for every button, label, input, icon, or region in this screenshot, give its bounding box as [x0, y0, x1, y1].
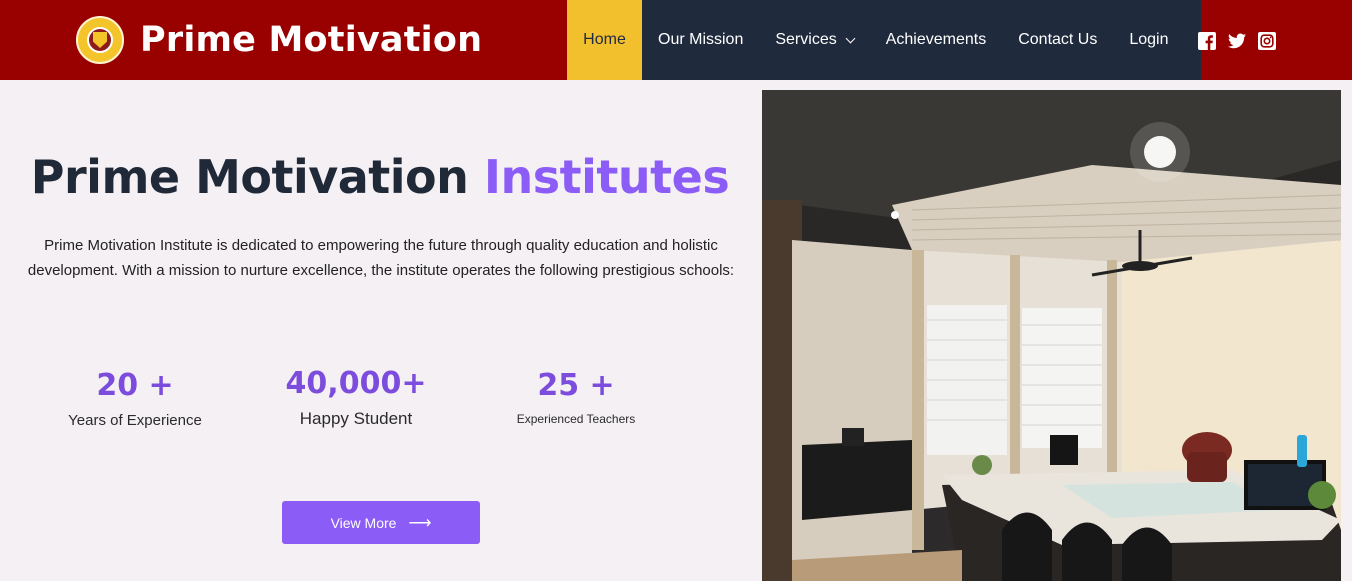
nav-login[interactable]: Login: [1113, 0, 1184, 80]
logo-icon: [76, 16, 124, 64]
instagram-icon[interactable]: [1258, 32, 1276, 50]
stat-label: Years of Experience: [68, 412, 202, 429]
nav-home[interactable]: Home: [567, 0, 642, 80]
hero-title-main: Prime Motivation: [30, 150, 469, 204]
view-more-label: View More: [330, 514, 397, 531]
stat-students: 40,000+ Happy Student: [270, 366, 442, 429]
hero-title: Prime Motivation Institutes: [0, 150, 760, 204]
stat-years: 20 + Years of Experience: [50, 368, 220, 429]
stat-value: 40,000+: [285, 366, 427, 401]
brand[interactable]: Prime Motivation: [76, 16, 482, 64]
stat-teachers: 25 + Experienced Teachers: [496, 368, 656, 426]
social-links: [1198, 32, 1276, 50]
chevron-down-icon: [845, 33, 856, 43]
hero-description: Prime Motivation Institute is dedicated …: [27, 237, 735, 279]
stat-value: 20 +: [96, 368, 174, 403]
view-more-button[interactable]: View More ⟶: [282, 501, 480, 544]
nav-services[interactable]: Services: [759, 0, 869, 80]
facebook-icon[interactable]: [1198, 32, 1216, 50]
brand-name: Prime Motivation: [140, 20, 483, 60]
stat-label: Happy Student: [299, 409, 413, 428]
office-photo: [762, 90, 1341, 581]
nav-contact-us[interactable]: Contact Us: [1002, 0, 1113, 80]
nav-achievements[interactable]: Achievements: [870, 0, 1003, 80]
arrow-right-icon: ⟶: [408, 514, 432, 532]
main-nav: Home Our Mission Services Achievements C…: [567, 0, 1201, 80]
hero-title-accent: Institutes: [483, 150, 730, 204]
stat-label: Experienced Teachers: [516, 412, 636, 426]
site-header: Prime Motivation Home Our Mission Servic…: [0, 0, 1352, 80]
stat-value: 25 +: [537, 368, 615, 403]
nav-our-mission[interactable]: Our Mission: [642, 0, 759, 80]
twitter-icon[interactable]: [1228, 32, 1246, 50]
office-illustration: [762, 90, 1341, 581]
nav-services-label: Services: [775, 31, 837, 48]
